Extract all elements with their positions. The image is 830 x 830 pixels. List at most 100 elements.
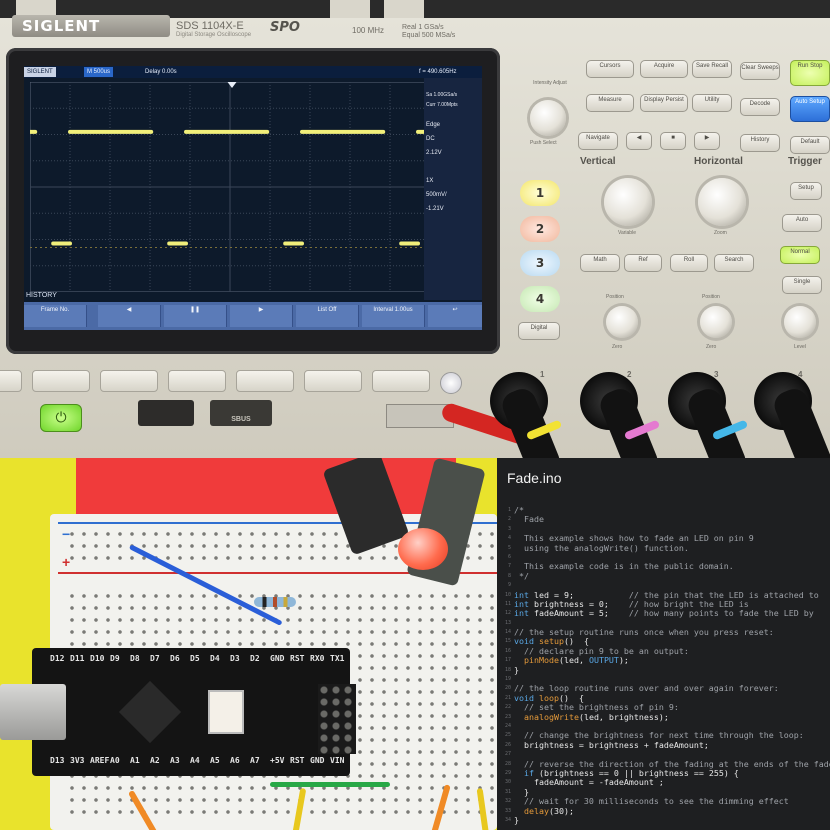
- volts-per-div: 500mV/: [426, 192, 447, 198]
- cursors-button[interactable]: Cursors: [586, 60, 634, 78]
- decode-button[interactable]: Decode: [740, 98, 780, 116]
- nav-stop-button[interactable]: ■: [660, 132, 686, 150]
- softkey-list[interactable]: List Off: [296, 305, 359, 327]
- trigger-level: 2.12V: [426, 150, 442, 156]
- power-button[interactable]: ⏻: [40, 404, 82, 432]
- side-panel: Sa 1.00GSa/s Curr 7.00Mpts Edge DC 2.12V…: [424, 78, 482, 300]
- arduino-pin-label: A5: [210, 756, 220, 765]
- history-button[interactable]: History: [740, 134, 780, 152]
- arduino-pin-label: A6: [230, 756, 240, 765]
- line-number: 6: [507, 553, 511, 560]
- softkey-return[interactable]: ↩: [428, 305, 482, 327]
- menu-key-2[interactable]: [100, 370, 158, 392]
- model-name: SDS 1104X-E: [176, 20, 244, 32]
- utility-button[interactable]: Utility: [692, 94, 732, 112]
- line-number: 26: [504, 741, 511, 748]
- roll-button[interactable]: Roll: [670, 254, 708, 272]
- clear-sweeps-button[interactable]: Clear Sweeps: [740, 62, 780, 80]
- code-line: 26 brightness = brightness + fadeAmount;: [501, 740, 830, 750]
- line-number: 31: [504, 788, 511, 795]
- mini-usb-connector: [0, 684, 66, 740]
- line-number: 8: [507, 572, 511, 579]
- level-label: Level: [794, 344, 806, 350]
- timebase-readout: M 500us: [84, 67, 114, 77]
- model-subtitle: Digital Storage Oscilloscope: [176, 32, 252, 38]
- softkey-next[interactable]: ▶: [230, 305, 293, 327]
- math-button[interactable]: Math: [580, 254, 620, 272]
- line-number: 9: [507, 582, 511, 589]
- code-text: This example code is in the public domai…: [514, 561, 734, 572]
- channel-2-button[interactable]: 2: [520, 216, 560, 242]
- arduino-pin-label: A0: [110, 756, 120, 765]
- channel-3-button[interactable]: 3: [520, 250, 560, 276]
- softkey-pause[interactable]: ❚❚: [164, 305, 227, 327]
- display-persist-button[interactable]: Display Persist: [640, 94, 688, 112]
- trigger-auto-button[interactable]: Auto: [782, 214, 822, 232]
- menu-key-0[interactable]: [0, 370, 22, 392]
- menu-off-button[interactable]: [440, 372, 462, 394]
- line-number: 29: [504, 769, 511, 776]
- channel-4-button[interactable]: 4: [520, 286, 560, 312]
- digital-button[interactable]: Digital: [518, 322, 560, 340]
- horizontal-position-knob[interactable]: [700, 306, 732, 338]
- trigger-setup-button[interactable]: Setup: [790, 182, 822, 200]
- trigger-level-knob[interactable]: [784, 306, 816, 338]
- softkey-interval[interactable]: Interval 1.00us: [362, 305, 425, 327]
- softkey-prev[interactable]: ◀: [98, 305, 161, 327]
- line-number: 10: [504, 591, 511, 598]
- menu-key-4[interactable]: [236, 370, 294, 392]
- line-number: 12: [504, 610, 511, 617]
- run-stop-button[interactable]: Run Stop: [790, 60, 830, 86]
- bnc-label-2: 2: [627, 370, 632, 379]
- ref-button[interactable]: Ref: [624, 254, 662, 272]
- menu-key-3[interactable]: [168, 370, 226, 392]
- arduino-pin-label: RX0: [310, 654, 325, 663]
- trigger-single-button[interactable]: Single: [782, 276, 822, 294]
- search-button[interactable]: Search: [714, 254, 754, 272]
- arduino-pin-label: D2: [250, 654, 260, 663]
- code-text: fadeAmount = -fadeAmount ;: [514, 777, 664, 788]
- spec-bandwidth: 100 MHz: [352, 26, 385, 35]
- status-bar: SIGLENT M 500us Delay 0.00s f = 490.605H…: [24, 66, 482, 78]
- nav-prev-button[interactable]: ◀: [626, 132, 652, 150]
- horizontal-scale-knob[interactable]: [698, 178, 746, 226]
- oscilloscope: SIGLENT SDS 1104X-E Digital Storage Osci…: [0, 0, 830, 458]
- trigger-section-label: Trigger: [788, 156, 822, 167]
- line-number: 15: [504, 638, 511, 645]
- line-number: 4: [507, 535, 511, 542]
- green-jumper-wire: [270, 782, 390, 787]
- trigger-normal-button[interactable]: Normal: [780, 246, 820, 264]
- vertical-position-knob[interactable]: [606, 306, 638, 338]
- arduino-pin-label: D4: [210, 654, 220, 663]
- trigger-coupling: DC: [426, 136, 435, 142]
- code-line: 2 Fade: [501, 515, 830, 524]
- intensity-knob[interactable]: [530, 100, 566, 136]
- arduino-pin-label: D3: [230, 654, 240, 663]
- code-text: */: [514, 570, 529, 581]
- line-number: 1: [507, 507, 511, 513]
- vertical-scale-knob[interactable]: [604, 178, 652, 226]
- navigate-button[interactable]: Navigate: [578, 132, 618, 150]
- default-button[interactable]: Default: [790, 136, 830, 154]
- arduino-pin-label: RST: [290, 756, 305, 765]
- horizontal-section-label: Horizontal: [694, 156, 743, 167]
- push-select-label: Push Select: [530, 140, 557, 146]
- line-number: 25: [504, 732, 511, 739]
- channel-offset: -1.21V: [426, 206, 444, 212]
- save-recall-button[interactable]: Save Recall: [692, 60, 732, 78]
- line-number: 17: [504, 657, 511, 664]
- arduino-pin-label: A2: [150, 756, 160, 765]
- channel-1-button[interactable]: 1: [520, 180, 560, 206]
- arduino-pin-label: D6: [170, 654, 180, 663]
- menu-key-1[interactable]: [32, 370, 90, 392]
- acquire-button[interactable]: Acquire: [640, 60, 688, 78]
- menu-key-5[interactable]: [304, 370, 362, 392]
- auto-setup-button[interactable]: Auto Setup: [790, 96, 830, 122]
- arduino-pin-label: TX1: [330, 654, 345, 663]
- line-number: 30: [504, 779, 511, 786]
- menu-key-6[interactable]: [372, 370, 430, 392]
- measure-button[interactable]: Measure: [586, 94, 634, 112]
- waveform-grid: [30, 82, 430, 292]
- nav-next-button[interactable]: ▶: [694, 132, 720, 150]
- softkey-frame-no[interactable]: Frame No.: [24, 305, 87, 327]
